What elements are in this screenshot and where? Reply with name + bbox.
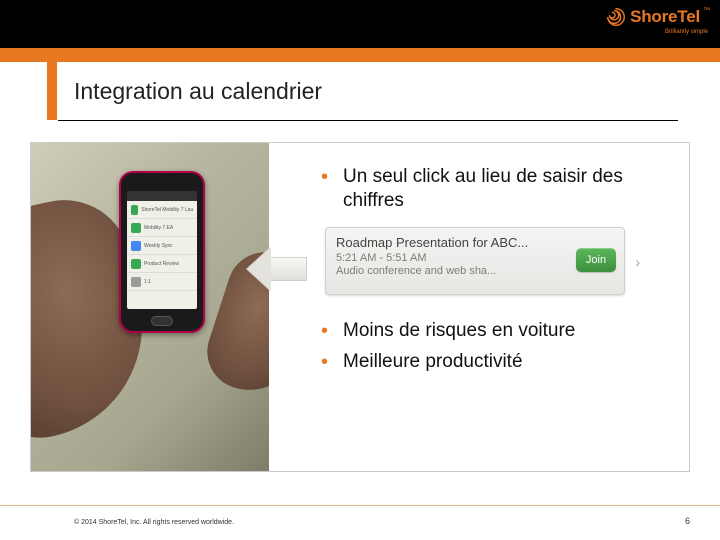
bullet-list-bottom: Moins de risques en voiture Meilleure pr… <box>319 319 671 375</box>
chevron-right-icon: › <box>635 254 640 270</box>
bullet-list-top: Un seul click au lieu de saisir des chif… <box>319 165 671 213</box>
phone-graphic: ShoreTel Mobility 7 Launch Plan Mobility… <box>119 171 205 333</box>
title-tab-accent <box>47 62 57 120</box>
spiral-icon <box>605 6 627 28</box>
calendar-event-card: Roadmap Presentation for ABC... 5:21 AM … <box>325 227 625 295</box>
phone-image: ShoreTel Mobility 7 Launch Plan Mobility… <box>31 143 269 471</box>
phone-home-button <box>151 316 173 326</box>
text-column: Un seul click au lieu de saisir des chif… <box>269 143 689 471</box>
slide-title: Integration au calendrier <box>74 78 322 105</box>
bullet-item: Moins de risques en voiture <box>319 319 671 343</box>
phone-screen: ShoreTel Mobility 7 Launch Plan Mobility… <box>127 191 197 309</box>
title-underline <box>58 120 678 121</box>
copyright-text: © 2014 ShoreTel, Inc. All rights reserve… <box>74 519 234 526</box>
event-time: 5:21 AM - 5:51 AM <box>336 252 614 264</box>
arrow-left-icon <box>247 247 307 291</box>
bullet-item: Meilleure productivité <box>319 350 671 374</box>
accent-bar <box>0 48 720 62</box>
page-number: 6 <box>685 516 690 526</box>
event-title: Roadmap Presentation for ABC... <box>336 235 614 250</box>
footer-divider <box>0 505 720 506</box>
brand-name: ShoreTel <box>630 7 700 27</box>
join-button[interactable]: Join <box>576 248 616 272</box>
event-subtitle: Audio conference and web sha... <box>336 265 614 277</box>
bullet-item: Un seul click au lieu de saisir des chif… <box>319 165 671 213</box>
slide: ShoreTel ™ Brilliantly simple Integratio… <box>0 0 720 540</box>
content-frame: ShoreTel Mobility 7 Launch Plan Mobility… <box>30 142 690 472</box>
trademark-icon: ™ <box>703 7 710 14</box>
brand-logo: ShoreTel ™ Brilliantly simple <box>605 6 710 42</box>
brand-tagline: Brilliantly simple <box>665 29 710 35</box>
